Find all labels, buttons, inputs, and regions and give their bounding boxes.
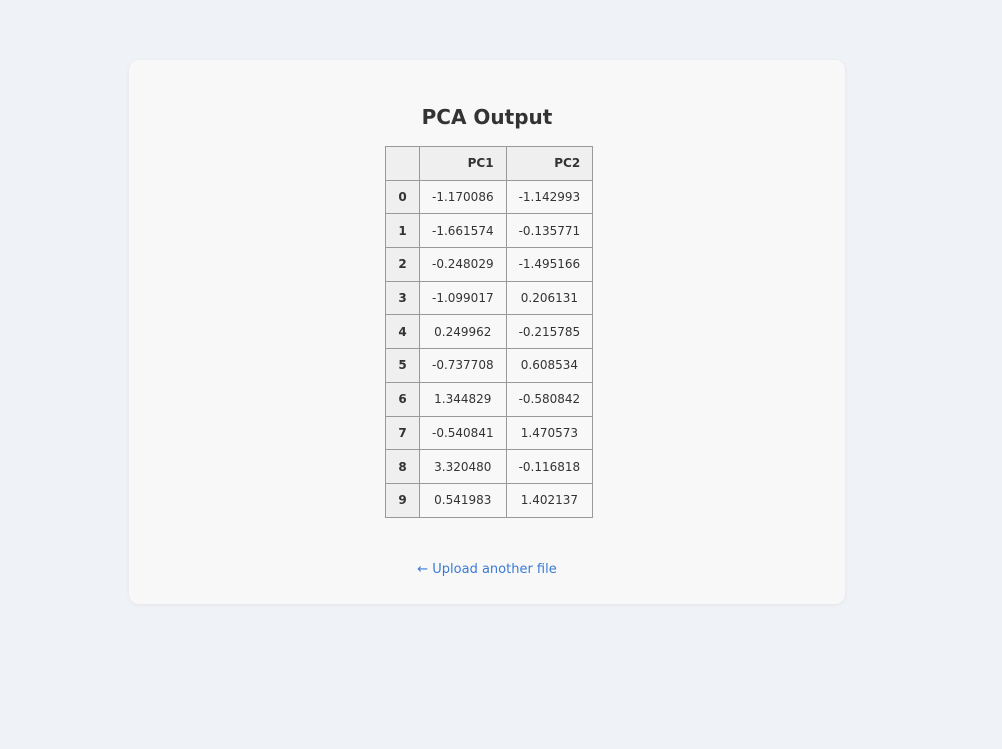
pc1-cell: 3.320480 xyxy=(419,449,507,484)
header-row: PC1 PC2 xyxy=(385,146,594,181)
table-row: 7 -0.540841 1.470573 xyxy=(385,415,594,451)
pc1-cell: 0.249962 xyxy=(419,314,507,350)
table-row: 5 -0.737708 0.608534 xyxy=(385,348,594,383)
column-header-pc1: PC1 xyxy=(419,146,507,181)
pc1-cell: -1.170086 xyxy=(419,179,507,215)
pc1-cell: 1.344829 xyxy=(419,381,507,417)
upload-another-file-link[interactable]: ← Upload another file xyxy=(129,562,845,577)
pc2-cell: 1.470573 xyxy=(505,415,594,451)
row-index: 0 xyxy=(385,179,420,215)
table-row: 1 -1.661574 -0.135771 xyxy=(385,213,594,249)
pc1-cell: -0.737708 xyxy=(419,348,507,383)
pc2-cell: -1.142993 xyxy=(505,179,594,215)
pc2-cell: -0.116818 xyxy=(505,449,594,484)
pc2-cell: -0.215785 xyxy=(505,314,594,350)
row-index: 9 xyxy=(385,482,420,518)
pc2-cell: -1.495166 xyxy=(505,247,594,282)
row-index: 5 xyxy=(385,348,420,383)
pc2-cell: 0.608534 xyxy=(505,348,594,383)
table-row: 3 -1.099017 0.206131 xyxy=(385,280,594,316)
row-index: 1 xyxy=(385,213,420,249)
pc2-cell: -0.580842 xyxy=(505,381,594,417)
pc1-cell: -1.099017 xyxy=(419,280,507,316)
pc2-cell: 1.402137 xyxy=(505,482,594,518)
column-header-pc2: PC2 xyxy=(505,146,594,181)
table-header: PC1 PC2 xyxy=(385,146,594,181)
table-row: 6 1.344829 -0.580842 xyxy=(385,381,594,417)
table-row: 4 0.249962 -0.215785 xyxy=(385,314,594,350)
pc1-cell: -0.540841 xyxy=(419,415,507,451)
pc2-cell: -0.135771 xyxy=(505,213,594,249)
pc2-cell: 0.206131 xyxy=(505,280,594,316)
index-header-cell xyxy=(385,146,420,181)
row-index: 6 xyxy=(385,381,420,417)
table-row: 2 -0.248029 -1.495166 xyxy=(385,247,594,282)
row-index: 8 xyxy=(385,449,420,484)
row-index: 4 xyxy=(385,314,420,350)
pca-table: PC1 PC2 0 -1.170086 -1.142993 1 -1.66157… xyxy=(385,146,594,518)
pc1-cell: 0.541983 xyxy=(419,482,507,518)
table-body: 0 -1.170086 -1.142993 1 -1.661574 -0.135… xyxy=(385,179,594,518)
row-index: 2 xyxy=(385,247,420,282)
row-index: 3 xyxy=(385,280,420,316)
table-row: 8 3.320480 -0.116818 xyxy=(385,449,594,484)
page-title: PCA Output xyxy=(421,105,553,129)
pc1-cell: -1.661574 xyxy=(419,213,507,249)
table-row: 0 -1.170086 -1.142993 xyxy=(385,179,594,215)
row-index: 7 xyxy=(385,415,420,451)
table-row: 9 0.541983 1.402137 xyxy=(385,482,594,518)
result-card: PCA Output PC1 PC2 0 -1.170086 -1.142993… xyxy=(129,60,845,604)
pc1-cell: -0.248029 xyxy=(419,247,507,282)
